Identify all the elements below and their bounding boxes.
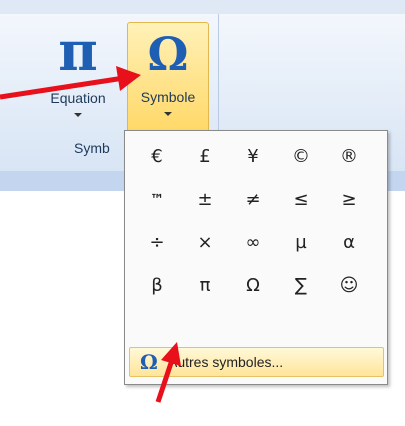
symbol-cell[interactable]: © <box>277 135 325 178</box>
equation-label: Equation <box>50 90 106 106</box>
symbol-cell[interactable]: µ <box>277 221 325 264</box>
symbol-cell[interactable]: ∑ <box>277 264 325 307</box>
symbol-cell[interactable]: ≤ <box>277 178 325 221</box>
symbol-cell[interactable]: £ <box>181 135 229 178</box>
chevron-down-icon <box>74 113 82 117</box>
symbol-dropdown-menu: € £ ¥ © ® ™ ± ≠ ≤ ≥ ÷ × ∞ µ α β π Ω ∑ ☺ … <box>124 130 388 385</box>
symbol-label: Symbole <box>140 89 196 105</box>
pi-icon: π <box>58 19 98 83</box>
symbol-cell[interactable]: € <box>133 135 181 178</box>
symbol-cell[interactable]: ® <box>325 135 373 178</box>
equation-button[interactable]: π Equation <box>43 24 113 132</box>
omega-icon: Ω <box>140 350 158 374</box>
chevron-down-icon <box>164 112 172 116</box>
symbol-cell[interactable]: π <box>181 264 229 307</box>
symbol-button[interactable]: Ω Symbole <box>127 22 209 133</box>
symbol-cell[interactable]: ∞ <box>229 221 277 264</box>
more-symbols-item[interactable]: Ω Autres symboles... <box>129 347 384 377</box>
symbol-cell[interactable]: ™ <box>133 178 181 221</box>
symbol-cell[interactable]: β <box>133 264 181 307</box>
omega-icon: Ω <box>147 27 189 81</box>
symbol-cell[interactable]: × <box>181 221 229 264</box>
symbol-cell[interactable]: ≥ <box>325 178 373 221</box>
symbol-cell[interactable]: Ω <box>229 264 277 307</box>
symbol-cell[interactable]: ± <box>181 178 229 221</box>
more-symbols-label: Autres symboles... <box>168 354 284 370</box>
symbol-cell[interactable]: ÷ <box>133 221 181 264</box>
symbol-grid: € £ ¥ © ® ™ ± ≠ ≤ ≥ ÷ × ∞ µ α β π Ω ∑ ☺ <box>133 135 381 307</box>
group-label: Symb <box>74 140 110 156</box>
symbol-cell[interactable]: ¥ <box>229 135 277 178</box>
ribbon-tab-bar <box>0 0 405 14</box>
symbol-cell[interactable]: ☺ <box>325 264 373 307</box>
symbol-cell[interactable]: α <box>325 221 373 264</box>
symbol-cell[interactable]: ≠ <box>229 178 277 221</box>
